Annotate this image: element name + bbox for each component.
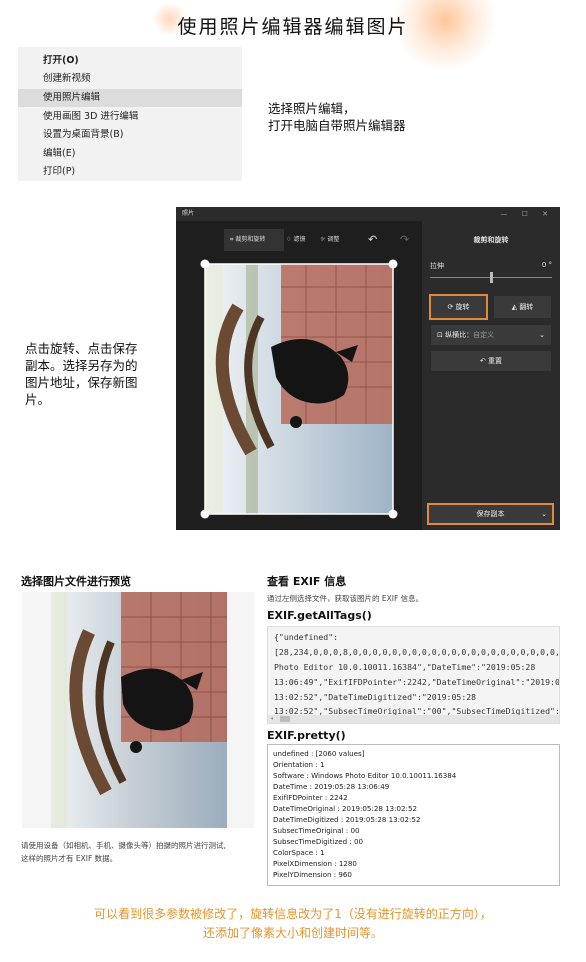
reset-button[interactable]: ↶ 重置 (431, 351, 551, 371)
tab-adjust[interactable]: ☼ 调整 (320, 233, 339, 247)
reset-button-label: 重置 (488, 357, 503, 365)
pretty-line: SubsecTimeDigitized : 00 (273, 837, 363, 846)
preview-image (51, 592, 227, 828)
menu-item-open[interactable]: 打开(O) (18, 52, 242, 70)
footer-line2: 还添加了像素大小和创建时间等。 (202, 926, 383, 940)
preview-description: 请使用设备（如相机、手机、摄像头等）拍摄的照片进行测试, 这样的照片才有 EXI… (21, 839, 226, 865)
step2-line2: 副本。选择另存为的 (25, 358, 138, 373)
code-line: [28,234,0,0,0,8,0,0,0,0,0,0,0,0,0,0,0,0,… (274, 647, 560, 657)
rotate-icon: ⟳ (447, 303, 454, 311)
pretty-line: Software : Windows Photo Editor 10.0.100… (273, 771, 457, 780)
context-menu: 打开(O) 创建新视频 使用照片编辑 使用画图 3D 进行编辑 设置为桌面背景(… (18, 47, 242, 181)
panel-heading: 裁剪和旋转 (473, 236, 509, 244)
menu-item-set-wallpaper[interactable]: 设置为桌面背景(B) (18, 126, 242, 144)
exif-title: 查看 EXIF 信息 (267, 575, 347, 588)
undo-icon: ↶ (479, 357, 486, 365)
tab-filters-label: 滤镜 (293, 236, 306, 243)
window-title: 照片 (182, 210, 195, 217)
pretty-line: DateTimeOriginal : 2019:05:28 13:02:52 (273, 804, 417, 813)
aspect-label: 纵横比： (445, 331, 474, 339)
step1-line2: 打开电脑自带照片编辑器 (268, 118, 406, 133)
window-controls[interactable]: — ☐ ✕ (500, 207, 554, 221)
tab-crop-rotate[interactable]: ⌗ 裁剪和旋转 (230, 233, 265, 247)
pretty-line: PixelXDimension : 1280 (273, 859, 357, 868)
edit-toolbar: ⌗ 裁剪和旋转 ♢ 滤镜 ☼ 调整 ↶ ↷ (176, 221, 422, 257)
pretty-line: Orientation : 1 (273, 760, 325, 769)
save-copy-label: 保存副本 (476, 510, 505, 518)
menu-item-edit-with-photos[interactable]: 使用照片编辑 (18, 89, 242, 107)
rotate-button-label: 旋转 (455, 303, 470, 311)
horizontal-scrollbar[interactable]: ◂ (268, 715, 559, 723)
flip-button[interactable]: ◭ 翻转 (494, 296, 551, 318)
straighten-label: 拉伸 (430, 262, 444, 270)
filter-icon: ♢ (286, 236, 292, 243)
scroll-left-icon[interactable]: ◂ (270, 716, 274, 722)
pretty-line: DateTimeDigitized : 2019:05:28 13:02:52 (273, 815, 421, 824)
footer-line1: 可以看到很多参数被修改了，旋转信息改为了1（没有进行旋转的正方向）， (94, 907, 492, 921)
save-copy-button[interactable]: 保存副本 ⌄ (427, 503, 554, 525)
preview-desc-line2: 这样的照片才有 EXIF 数据。 (21, 854, 118, 863)
straighten-slider-thumb[interactable] (490, 272, 493, 283)
get-all-tags-output[interactable]: {"undefined": [28,234,0,0,0,8,0,0,0,0,0,… (267, 626, 560, 724)
chevron-down-icon: ⌄ (539, 331, 545, 339)
tab-crop-rotate-label: 裁剪和旋转 (235, 236, 266, 243)
preview-title: 选择图片文件进行预览 (21, 575, 131, 588)
photo-canvas[interactable] (176, 257, 422, 530)
photos-app-window: 照片 — ☐ ✕ ⌗ 裁剪和旋转 ♢ 滤镜 ☼ 调整 ↶ ↷ 裁剪和旋转 拉伸 … (176, 207, 560, 530)
step1-line1: 选择照片编辑， (268, 101, 356, 116)
menu-item-paint3d[interactable]: 使用画图 3D 进行编辑 (18, 108, 242, 126)
undo-icon[interactable]: ↶ (368, 233, 377, 247)
redo-icon[interactable]: ↷ (400, 233, 409, 247)
sun-icon: ☼ (320, 236, 326, 243)
pretty-line: ColorSpace : 1 (273, 848, 325, 857)
menu-item-create-video[interactable]: 创建新视频 (18, 70, 242, 88)
crop-rotate-panel: 裁剪和旋转 拉伸 0 ° ⟳ 旋转 ◭ 翻转 ⊡ 纵横比：自定义 ⌄ ↶ 重置 … (422, 221, 560, 530)
get-all-tags-heading: EXIF.getAllTags() (267, 609, 372, 622)
pretty-line: undefined : [2060 values] (273, 749, 365, 758)
straighten-value: 0 ° (541, 261, 552, 269)
code-line: Photo Editor 10.0.10011.16384","DateTime… (274, 662, 536, 672)
aspect-ratio-dropdown[interactable]: ⊡ 纵横比：自定义 ⌄ (431, 325, 551, 345)
code-line: 13:06:49","ExifIFDPointer":2242,"DateTim… (274, 677, 560, 687)
aspect-value: 自定义 (473, 331, 495, 339)
preview-desc-line1: 请使用设备（如相机、手机、摄像头等）拍摄的照片进行测试, (21, 841, 226, 850)
code-line: 13:02:52","DateTimeDigitized":"2019:05:2… (274, 692, 477, 702)
rotate-button[interactable]: ⟳ 旋转 (429, 294, 488, 320)
step2-line4: 片。 (25, 392, 51, 407)
chevron-down-icon[interactable]: ⌄ (541, 505, 547, 523)
step2-line1: 点击旋转、点击保存 (25, 341, 138, 356)
menu-item-edit[interactable]: 编辑(E) (18, 145, 242, 163)
pretty-line: PixelYDimension : 960 (273, 870, 352, 879)
crop-icon: ⌗ (230, 236, 234, 243)
tab-filters[interactable]: ♢ 滤镜 (286, 233, 305, 247)
flip-icon: ◭ (511, 303, 518, 311)
pretty-output[interactable]: undefined : [2060 values] Orientation : … (267, 744, 560, 886)
aspect-icon: ⊡ (437, 331, 443, 339)
pretty-line: ExifIFDPointer : 2242 (273, 793, 348, 802)
step1-note: 选择照片编辑， 打开电脑自带照片编辑器 (268, 100, 406, 134)
tab-adjust-label: 调整 (327, 236, 340, 243)
photo-image (200, 259, 398, 519)
menu-item-print[interactable]: 打印(P) (18, 163, 242, 181)
step2-line3: 图片地址，保存新图 (25, 375, 138, 390)
pretty-line: DateTime : 2019:05:28 13:06:49 (273, 782, 390, 791)
code-line: {"undefined": (274, 632, 339, 642)
window-titlebar: 照片 — ☐ ✕ (176, 207, 560, 221)
flip-button-label: 翻转 (519, 303, 534, 311)
pretty-line: SubsecTimeOriginal : 00 (273, 826, 360, 835)
step2-note: 点击旋转、点击保存 副本。选择另存为的 图片地址，保存新图 片。 (25, 340, 138, 408)
scrollbar-thumb[interactable] (280, 716, 290, 722)
pretty-heading: EXIF.pretty() (267, 729, 346, 742)
page-title: 使用照片编辑器编辑图片 (177, 16, 409, 38)
exif-description: 通过左侧选择文件，获取该图片的 EXIF 信息。 (267, 594, 424, 603)
